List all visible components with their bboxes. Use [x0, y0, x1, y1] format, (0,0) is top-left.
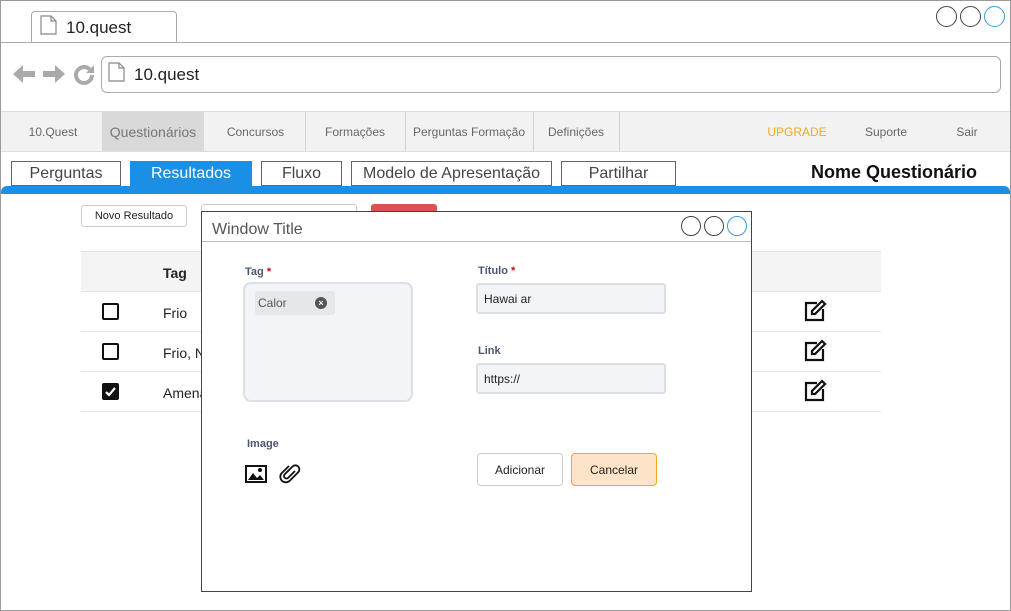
maximize-button[interactable] — [960, 6, 981, 27]
nav-item-questionarios[interactable]: Questionários — [102, 112, 204, 151]
row-checkbox[interactable] — [102, 303, 119, 320]
table-header-tag: Tag — [163, 265, 187, 281]
modal-title: Window Title — [212, 221, 303, 238]
modal-header: Window Title — [202, 212, 751, 242]
address-bar-row: 10.quest — [1, 43, 1010, 111]
nav-item-definicoes[interactable]: Definições — [534, 112, 618, 151]
nav-item-sair[interactable]: Sair — [931, 112, 1003, 151]
nav-divider — [619, 112, 620, 151]
edit-icon[interactable] — [803, 339, 827, 366]
close-button[interactable] — [984, 6, 1005, 27]
window-controls — [936, 6, 1005, 27]
title-label: Título * — [478, 265, 515, 277]
document-icon — [108, 62, 125, 87]
browser-window: 10.quest 10.quest 10.Quest Questionários — [0, 0, 1011, 611]
image-label: Image — [247, 438, 279, 450]
address-text: 10.quest — [134, 64, 200, 84]
nav-item-upgrade[interactable]: UPGRADE — [751, 112, 843, 151]
remove-tag-icon[interactable]: × — [315, 297, 327, 309]
image-actions — [245, 463, 301, 490]
browser-titlebar: 10.quest — [1, 1, 1010, 43]
tab-modelo-apresentacao[interactable]: Modelo de Apresentação — [351, 161, 552, 186]
minimize-button[interactable] — [936, 6, 957, 27]
modal-window-controls — [681, 216, 747, 236]
tag-input[interactable]: Calor × — [243, 282, 413, 402]
nav-item-concursos[interactable]: Concursos — [207, 112, 304, 151]
nav-item-suporte[interactable]: Suporte — [846, 112, 926, 151]
row-tag: Frio, N — [163, 345, 205, 361]
row-checkbox[interactable] — [102, 343, 119, 360]
browser-tab[interactable]: 10.quest — [31, 11, 177, 43]
tag-chip: Calor × — [255, 291, 335, 315]
tag-label: Tag * — [245, 266, 271, 278]
refresh-icon[interactable] — [72, 63, 96, 92]
new-result-button[interactable]: Novo Resultado — [81, 205, 187, 227]
nav-item-formacoes[interactable]: Formações — [306, 112, 404, 151]
back-arrow-icon[interactable] — [11, 63, 37, 90]
required-mark: * — [266, 266, 272, 278]
title-input[interactable]: Hawai ar — [476, 283, 666, 314]
paperclip-icon[interactable] — [279, 463, 301, 490]
forward-arrow-icon[interactable] — [41, 63, 67, 90]
browser-tab-title: 10.quest — [66, 17, 132, 37]
address-bar[interactable]: 10.quest — [101, 56, 1001, 93]
row-tag: Frio — [163, 305, 188, 321]
modal-close-button[interactable] — [727, 216, 747, 236]
tag-label-text: Tag — [245, 266, 264, 278]
nav-item-home[interactable]: 10.Quest — [11, 112, 95, 151]
edit-icon[interactable] — [803, 379, 827, 406]
link-label: Link — [478, 345, 501, 357]
modal-maximize-button[interactable] — [704, 216, 724, 236]
result-modal: Window Title Tag * Calor × Título * Hawa… — [201, 211, 752, 592]
tab-fluxo[interactable]: Fluxo — [261, 161, 342, 186]
tab-resultados[interactable]: Resultados — [130, 161, 252, 186]
tab-underline-bar — [1, 186, 1010, 194]
app-nav: 10.Quest Questionários Concursos Formaçõ… — [1, 111, 1010, 152]
document-icon — [40, 15, 57, 40]
tab-perguntas[interactable]: Perguntas — [11, 161, 121, 186]
tag-chip-label: Calor — [258, 296, 287, 310]
modal-minimize-button[interactable] — [681, 216, 701, 236]
check-icon — [105, 387, 116, 397]
questionnaire-name: Nome Questionário — [811, 162, 978, 182]
cancel-button[interactable]: Cancelar — [571, 453, 657, 486]
tab-partilhar[interactable]: Partilhar — [561, 161, 676, 186]
required-mark: * — [511, 265, 516, 277]
row-checkbox[interactable] — [102, 383, 119, 400]
nav-item-perguntas-formacao[interactable]: Perguntas Formação — [406, 112, 532, 151]
image-icon[interactable] — [245, 465, 267, 488]
link-input[interactable]: https:// — [476, 363, 666, 394]
edit-icon[interactable] — [803, 299, 827, 326]
title-label-text: Título — [478, 265, 508, 277]
add-button[interactable]: Adicionar — [477, 453, 563, 486]
